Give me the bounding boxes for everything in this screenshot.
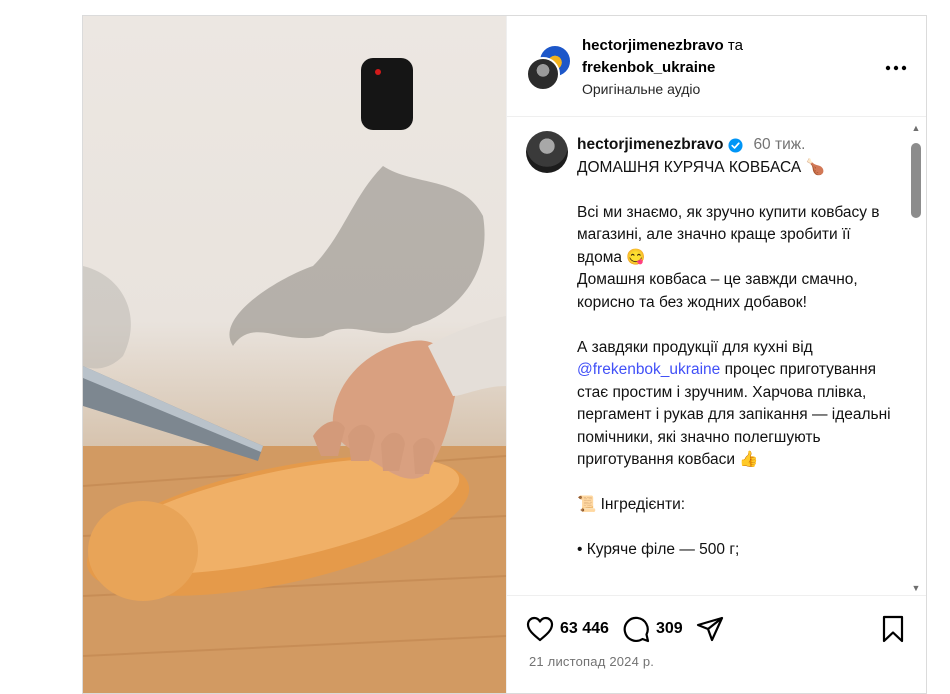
save-button[interactable] xyxy=(878,614,908,644)
ingredient-item: • Куряче філе — 500 г; xyxy=(577,541,740,558)
sausage-photo xyxy=(83,58,506,693)
caption-scroll-area[interactable]: hectorjimenezbravo 60 тиж. ДОМАШНЯ КУРЯЧ… xyxy=(507,117,926,595)
comment-icon xyxy=(623,616,650,643)
caption-paragraph-3-start: А завдяки продукції для кухні від xyxy=(577,338,813,356)
share-button[interactable] xyxy=(695,614,725,644)
comment-button[interactable] xyxy=(621,614,651,644)
caption-paragraph-1: Всі ми знаємо, як зручно купити ковбасу … xyxy=(577,203,880,266)
caption-title: ДОМАШНЯ КУРЯЧА КОВБАСА 🍗 xyxy=(577,158,825,176)
caption: hectorjimenezbravo 60 тиж. ДОМАШНЯ КУРЯЧ… xyxy=(577,134,895,562)
header-joiner: та xyxy=(727,37,743,54)
more-options-button[interactable] xyxy=(884,58,908,78)
post-actions: 63 446 309 21 листопад 2024 р. xyxy=(507,595,926,693)
header-username-link[interactable]: hectorjimenezbravo xyxy=(582,37,724,54)
mention-link[interactable]: @frekenbok_ukraine xyxy=(577,361,720,378)
caption-paragraph-3: А завдяки продукції для кухні від @freke… xyxy=(577,337,895,472)
scroll-up-arrow-icon[interactable]: ▲ xyxy=(910,123,922,133)
like-button[interactable] xyxy=(525,614,555,644)
post-side-panel: hectorjimenezbravo та frekenbok_ukraine … xyxy=(506,16,926,693)
ingredients-heading: 📜 Інгредієнти: xyxy=(577,496,686,513)
verified-badge-icon xyxy=(728,138,743,153)
comments-count[interactable]: 309 xyxy=(656,620,683,638)
more-horizontal-icon xyxy=(885,65,907,71)
collab-avatars[interactable] xyxy=(526,44,572,92)
caption-avatar[interactable] xyxy=(526,131,568,173)
caption-time[interactable]: 60 тиж. xyxy=(753,134,805,157)
post-header: hectorjimenezbravo та frekenbok_ukraine … xyxy=(507,16,926,117)
scrollbar-thumb[interactable] xyxy=(911,143,921,218)
caption-scrollbar[interactable]: ▲ ▼ xyxy=(910,123,922,593)
header-collaborator-link[interactable]: frekenbok_ukraine xyxy=(582,59,715,76)
post-media-image[interactable] xyxy=(83,16,506,693)
post-date[interactable]: 21 листопад 2024 р. xyxy=(529,654,654,669)
post-modal: hectorjimenezbravo та frekenbok_ukraine … xyxy=(82,15,927,694)
heart-icon xyxy=(526,616,554,642)
caption-username-link[interactable]: hectorjimenezbravo xyxy=(577,134,723,157)
original-audio-link[interactable]: Оригінальне аудіо xyxy=(582,81,862,97)
bookmark-icon xyxy=(882,615,904,643)
scroll-down-arrow-icon[interactable]: ▼ xyxy=(910,583,922,593)
avatar-author[interactable] xyxy=(526,57,560,91)
caption-paragraph-2: Домашня ковбаса – це завжди смачно, кори… xyxy=(577,271,858,311)
header-text: hectorjimenezbravo та frekenbok_ukraine … xyxy=(582,35,862,97)
likes-count[interactable]: 63 446 xyxy=(560,620,609,638)
share-icon xyxy=(696,616,723,642)
